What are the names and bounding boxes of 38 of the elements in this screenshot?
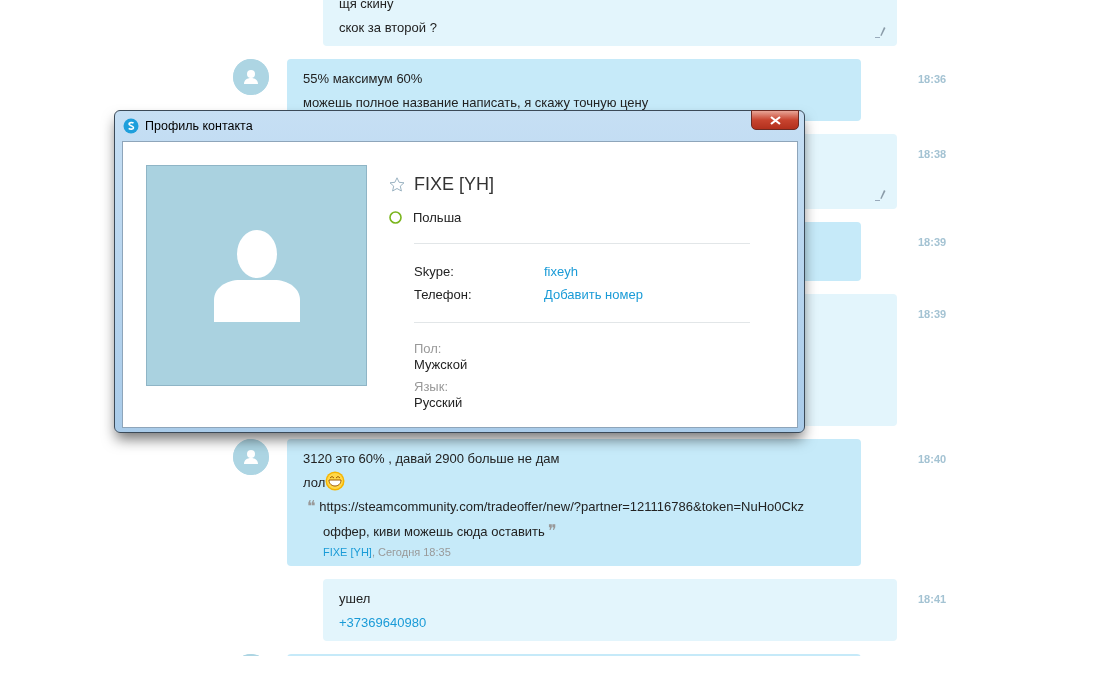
star-icon[interactable] — [389, 177, 405, 192]
message-time: 18:41 — [917, 592, 948, 607]
message-text: скок за второй ? — [339, 20, 437, 35]
message-time: 18:39 — [917, 235, 948, 250]
phone-link[interactable]: +37369640980 — [339, 615, 427, 630]
close-icon — [769, 115, 781, 125]
field-label: Телефон: — [414, 285, 473, 304]
message-time: 18:38 — [917, 147, 948, 162]
quoted-text: оффер, киви можешь сюда оставить — [323, 524, 545, 539]
quoted-link[interactable]: https://steamcommunity.com/tradeoffer/new/?partner=121116786&token=NuHo0Ckz — [319, 495, 804, 519]
message-text: 3120 это 60% , давай 2900 больше не дам — [303, 451, 560, 466]
message-time: 18:36 — [917, 72, 948, 87]
quote-mark: ❞ — [548, 522, 558, 539]
app-icon — [123, 118, 139, 134]
quote-time: , Сегодня 18:35 — [371, 546, 451, 558]
message-text: можешь полное название написать, я скажу точную цену — [303, 95, 649, 110]
close-button[interactable] — [751, 110, 799, 130]
message-time: 18:40 — [917, 452, 948, 467]
message-text: ушел — [339, 591, 371, 606]
location-text: Польша — [413, 209, 462, 227]
detail-value: Мужской — [414, 356, 469, 373]
field-link[interactable]: Добавить номер — [544, 282, 643, 306]
contact-name: FIXE [YH] — [414, 173, 494, 196]
message-time: 18:39 — [917, 307, 948, 322]
detail-label: Язык: — [414, 378, 449, 395]
author-link[interactable]: FIXE [YH] — [323, 546, 372, 558]
field-link[interactable]: fixeyh — [544, 259, 578, 283]
avatar-icon[interactable] — [233, 439, 269, 475]
message-text: щя скину — [339, 0, 394, 11]
message-text: лол — [303, 475, 326, 490]
detail-label: Пол: — [414, 340, 443, 357]
message-text: 55% максимум 60% — [303, 71, 423, 86]
field-label: Skype: — [414, 262, 455, 281]
avatar-icon[interactable] — [233, 59, 269, 95]
detail-value: Русский — [414, 394, 464, 411]
quote-mark: ❝ — [307, 497, 316, 517]
window-title: Профиль контакта — [145, 117, 253, 135]
person-silhouette-icon — [213, 229, 300, 322]
